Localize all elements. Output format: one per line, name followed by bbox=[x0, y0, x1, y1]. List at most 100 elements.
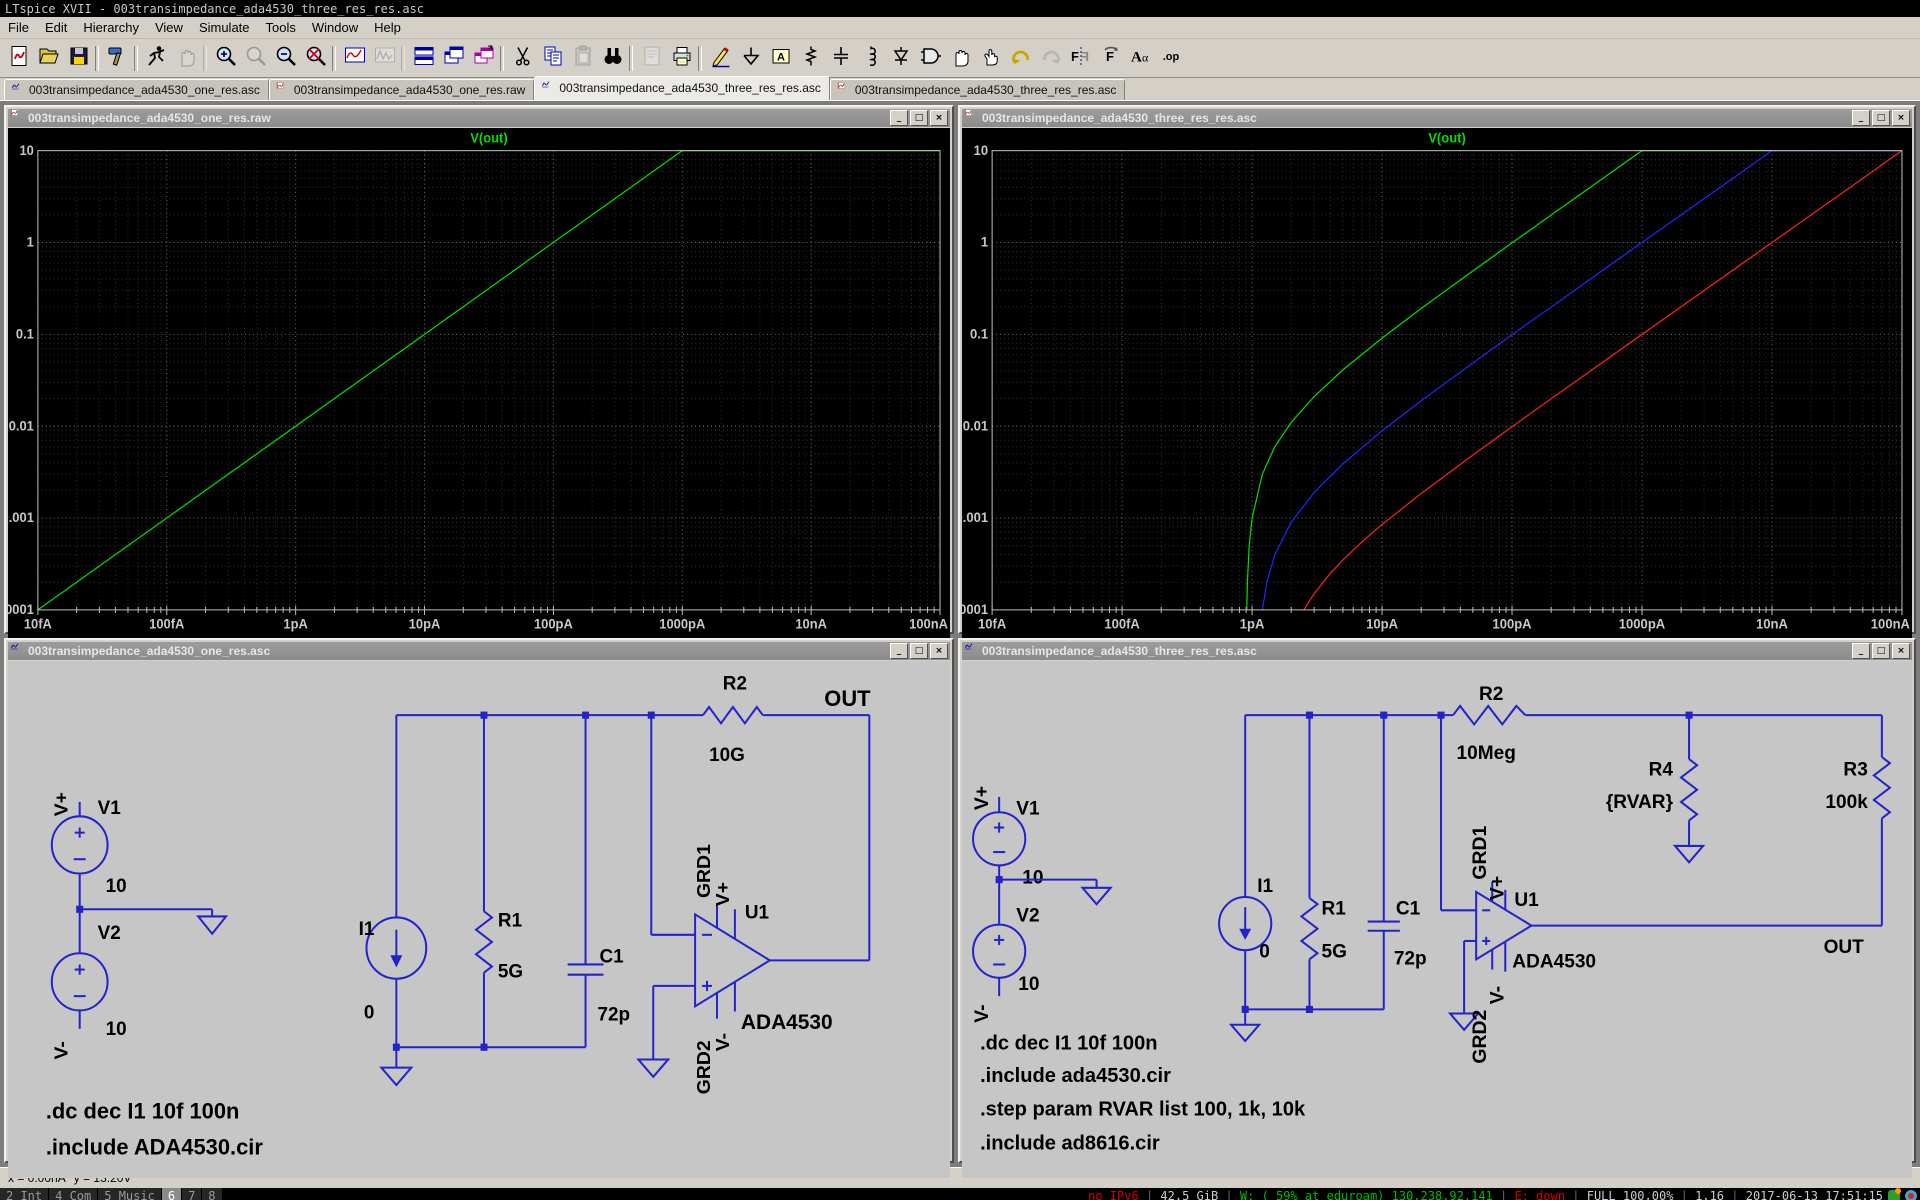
toolbar-button[interactable]: FF bbox=[1066, 44, 1095, 73]
voltage-source-v1[interactable]: V+ V1 10 bbox=[52, 792, 127, 909]
window-button[interactable]: × bbox=[1892, 110, 1910, 126]
wire-bottom-bus[interactable] bbox=[381, 1044, 585, 1085]
opamp-u1[interactable]: GRD1 V+ U1 V- GRD2 ADA4530 bbox=[638, 715, 832, 1094]
workspace-cell[interactable]: 4 Com bbox=[49, 1188, 98, 1200]
plot-canvas-three-res[interactable]: 10fA100fA1pA10pA100pA1000pA10nA100nA1010… bbox=[962, 128, 1912, 649]
document-tab[interactable]: 003transimpedance_ada4530_three_res_res.… bbox=[830, 79, 1126, 100]
toolbar-button[interactable] bbox=[598, 44, 627, 73]
toolbar-button[interactable] bbox=[667, 44, 696, 73]
document-tab[interactable]: 003transimpedance_ada4530_one_res.raw bbox=[269, 79, 535, 100]
toolbar-button[interactable]: A bbox=[766, 44, 795, 73]
schematic-canvas-area[interactable]: V+ V1 10 V2 10 V- bbox=[8, 661, 950, 1178]
child-title-bar[interactable]: 003transimpedance_ada4530_one_res.asc _□… bbox=[8, 642, 950, 660]
toolbar-button[interactable] bbox=[34, 44, 63, 73]
voltage-source-v2[interactable]: V2 10 V- bbox=[52, 909, 127, 1059]
workspace-cell[interactable]: 5 Music bbox=[98, 1188, 162, 1200]
schematic-three-res[interactable]: V+ V1 10 V2 10 V- bbox=[962, 661, 1912, 1178]
workspace-cell[interactable]: 6 bbox=[162, 1188, 182, 1200]
window-button[interactable]: _ bbox=[1852, 643, 1870, 659]
toolbar-button[interactable] bbox=[976, 44, 1005, 73]
wire-top-bus[interactable] bbox=[396, 712, 703, 719]
window-button[interactable]: × bbox=[1892, 643, 1910, 659]
resistor-r3[interactable]: R3 100k bbox=[1825, 715, 1890, 925]
window-button[interactable]: □ bbox=[910, 110, 928, 126]
document-tab[interactable]: 003transimpedance_ada4530_one_res.asc bbox=[4, 79, 269, 100]
wire-top-bus[interactable] bbox=[1245, 712, 1882, 719]
toolbar-button[interactable] bbox=[211, 44, 240, 73]
window-button[interactable]: _ bbox=[1852, 110, 1870, 126]
wire-bottom-bus[interactable] bbox=[1231, 1006, 1384, 1041]
toolbar-button[interactable] bbox=[241, 44, 270, 73]
toolbar-button[interactable] bbox=[796, 44, 825, 73]
toolbar-button[interactable] bbox=[1006, 44, 1035, 73]
opamp-u1[interactable]: GRD1 V+ U1 V- GRD2 ADA4530 bbox=[1441, 715, 1596, 1063]
menu-item[interactable]: View bbox=[147, 18, 191, 37]
toolbar-button[interactable] bbox=[271, 44, 300, 73]
resistor-r2[interactable]: R2 10Meg bbox=[1453, 684, 1525, 764]
toolbar-button[interactable] bbox=[469, 44, 498, 73]
toolbar-button[interactable] bbox=[736, 44, 765, 73]
toolbar-button[interactable] bbox=[916, 44, 945, 73]
resistor-r1[interactable]: R1 5G bbox=[476, 715, 523, 1047]
spice-directives[interactable]: .dc dec I1 10f 100n .include ADA4530.cir bbox=[46, 1098, 263, 1159]
resistor-r4[interactable]: R4 {RVAR} bbox=[1606, 715, 1703, 862]
window-button[interactable]: □ bbox=[1872, 110, 1890, 126]
voltage-source-v1[interactable]: V+ V1 10 bbox=[972, 786, 1043, 889]
toolbar-button[interactable] bbox=[637, 44, 666, 73]
toolbar-button[interactable] bbox=[340, 44, 369, 73]
toolbar-button[interactable] bbox=[946, 44, 975, 73]
toolbar-button[interactable] bbox=[538, 44, 567, 73]
workspace-cell[interactable]: 8 bbox=[202, 1188, 222, 1200]
window-button[interactable]: □ bbox=[1872, 643, 1890, 659]
toolbar-button[interactable] bbox=[301, 44, 330, 73]
toolbar-button[interactable] bbox=[706, 44, 735, 73]
menu-item[interactable]: File bbox=[0, 18, 37, 37]
window-button[interactable]: _ bbox=[890, 110, 908, 126]
spice-directives[interactable]: .dc dec I1 10f 100n .include ada4530.cir… bbox=[980, 1032, 1306, 1154]
toolbar-button[interactable] bbox=[64, 44, 93, 73]
menu-item[interactable]: Tools bbox=[258, 18, 304, 37]
window-button[interactable]: □ bbox=[910, 643, 928, 659]
capacitor-c1[interactable]: C1 72p bbox=[1368, 715, 1427, 1009]
child-title-bar[interactable]: 003transimpedance_ada4530_three_res_res.… bbox=[962, 109, 1912, 127]
toolbar-button[interactable] bbox=[856, 44, 885, 73]
toolbar-button[interactable] bbox=[4, 44, 33, 73]
toolbar-button[interactable] bbox=[142, 44, 171, 73]
supply-ground[interactable] bbox=[996, 876, 1111, 904]
toolbar-button[interactable] bbox=[568, 44, 597, 73]
menu-item[interactable]: Window bbox=[304, 18, 366, 37]
toolbar-button[interactable] bbox=[370, 44, 399, 73]
current-source-i1[interactable]: I1 0 bbox=[1219, 715, 1273, 1009]
window-button[interactable]: _ bbox=[890, 643, 908, 659]
voltage-source-v2[interactable]: V2 10 V- bbox=[972, 880, 1039, 1023]
toolbar-button[interactable]: .op bbox=[1156, 44, 1185, 73]
toolbar-button[interactable] bbox=[886, 44, 915, 73]
net-label-out[interactable]: OUT bbox=[770, 686, 871, 961]
toolbar-button[interactable] bbox=[508, 44, 537, 73]
capacitor-c1[interactable]: C1 72p bbox=[568, 715, 630, 1047]
menu-item[interactable]: Edit bbox=[37, 18, 75, 37]
child-title-bar[interactable]: 003transimpedance_ada4530_three_res_res.… bbox=[962, 642, 1912, 660]
toolbar-button[interactable] bbox=[409, 44, 438, 73]
tray-icon-notification[interactable] bbox=[1905, 1190, 1917, 1200]
menu-item[interactable]: Simulate bbox=[191, 18, 258, 37]
resistor-r1[interactable]: R1 5G bbox=[1301, 715, 1347, 1009]
waveform-plot-area[interactable]: 10fA100fA1pA10pA100pA1000pA10nA100nA1010… bbox=[8, 128, 950, 649]
toolbar-button[interactable]: Aα bbox=[1126, 44, 1155, 73]
toolbar-button[interactable] bbox=[1036, 44, 1065, 73]
toolbar-button[interactable] bbox=[103, 44, 132, 73]
schematic-one-res[interactable]: V+ V1 10 V2 10 V- bbox=[8, 661, 950, 1178]
window-button[interactable]: × bbox=[930, 110, 948, 126]
toolbar-button[interactable] bbox=[172, 44, 201, 73]
document-tab[interactable]: 003transimpedance_ada4530_three_res_res.… bbox=[534, 76, 830, 100]
tray-icon-network[interactable] bbox=[1888, 1190, 1900, 1200]
waveform-plot-area[interactable]: 10fA100fA1pA10pA100pA1000pA10nA100nA1010… bbox=[962, 128, 1912, 649]
toolbar-button[interactable]: F bbox=[1096, 44, 1125, 73]
main-title-bar[interactable]: LTspice XVII - 003transimpedance_ada4530… bbox=[0, 0, 1920, 17]
window-button[interactable]: × bbox=[930, 643, 948, 659]
child-title-bar[interactable]: 003transimpedance_ada4530_one_res.raw _□… bbox=[8, 109, 950, 127]
workspace-cell[interactable]: 2 Int bbox=[0, 1188, 49, 1200]
toolbar-button[interactable] bbox=[439, 44, 468, 73]
workspace-cell[interactable]: 7 bbox=[182, 1188, 202, 1200]
plot-canvas-one-res[interactable]: 10fA100fA1pA10pA100pA1000pA10nA100nA1010… bbox=[8, 128, 950, 649]
